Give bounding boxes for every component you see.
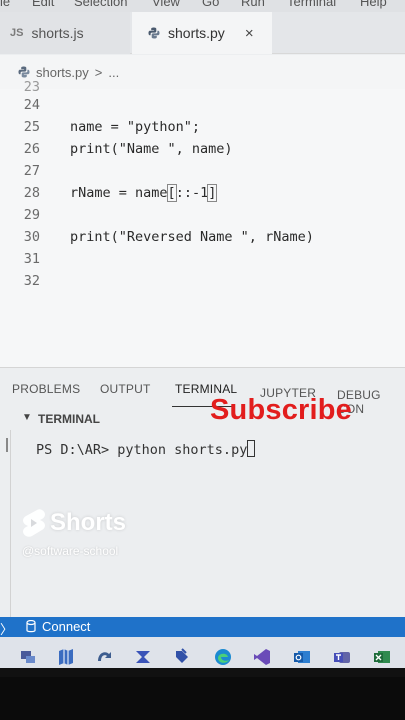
terminal-gutter-mark	[6, 438, 8, 452]
breadcrumb-file[interactable]: shorts.py	[36, 65, 89, 80]
breadcrumb: shorts.py > ...	[0, 55, 405, 89]
shorts-icon	[23, 509, 45, 537]
bracket-match-highlight: ]	[207, 184, 218, 202]
menu-view[interactable]: View	[152, 0, 180, 9]
terminal-prompt: PS D:\AR> python shorts.py	[36, 440, 256, 458]
line-number: 29	[23, 207, 40, 223]
code-segment: ::-1	[175, 185, 209, 201]
maps-icon[interactable]	[56, 647, 76, 667]
chevron-right-icon: >	[94, 64, 103, 80]
menu-help[interactable]: Help	[360, 0, 387, 9]
channel-handle: @software-school	[22, 544, 119, 558]
network-tool-icon[interactable]	[18, 647, 38, 667]
subscribe-overlay: Subscribe	[210, 394, 353, 426]
teams-icon[interactable]	[332, 647, 352, 667]
tab-shorts-py[interactable]: shorts.py ×	[132, 12, 272, 54]
line-number: 31	[23, 251, 40, 267]
edge-icon[interactable]	[213, 647, 233, 667]
terminal-command: PS D:\AR> python shorts.py	[36, 442, 248, 458]
code-line: name = "python";	[70, 119, 201, 135]
tab-shorts-js[interactable]: JS shorts.js	[0, 12, 130, 54]
editor-tab-bar: JS shorts.js shorts.py ×	[0, 12, 405, 54]
menu-run[interactable]: Run	[241, 0, 265, 9]
menu-bar: le Edit Selection View Go Run Terminal H…	[0, 0, 405, 12]
remote-indicator[interactable]: 〉	[0, 619, 13, 638]
connect-label: Connect	[42, 619, 91, 634]
line-number: 25	[23, 119, 40, 135]
breadcrumb-more[interactable]: ...	[108, 65, 119, 80]
tab-problems[interactable]: PROBLEMS	[12, 382, 80, 396]
line-number: 23	[23, 79, 40, 95]
code-line: print("Reversed Name ", rName)	[70, 229, 314, 245]
terminal-cursor	[247, 440, 256, 457]
tab-label: shorts.py	[168, 25, 225, 41]
code-segment: rName = name	[70, 185, 168, 201]
vscode-window: le Edit Selection View Go Run Terminal H…	[0, 0, 405, 668]
connect-button[interactable]: Connect	[26, 619, 90, 634]
bracket-match-highlight: [	[166, 184, 177, 202]
chevron-down-icon[interactable]: ▼	[22, 412, 32, 423]
python-file-icon	[148, 27, 160, 39]
python-file-icon	[18, 66, 30, 78]
code-editor[interactable]: 23 24 25 name = "python"; 26 print("Name…	[0, 79, 405, 367]
divider	[10, 430, 11, 618]
code-line: print("Name ", name)	[70, 141, 233, 157]
tab-label: shorts.js	[31, 25, 84, 41]
status-bar: 〉 Connect	[0, 617, 405, 637]
vs-sync-icon[interactable]	[95, 647, 115, 667]
store-icon[interactable]	[172, 647, 192, 667]
menu-selection[interactable]: Selection	[74, 0, 127, 9]
line-number: 32	[23, 273, 40, 289]
excel-icon[interactable]	[372, 647, 392, 667]
menu-go[interactable]: Go	[202, 0, 219, 9]
menu-file[interactable]: le	[0, 0, 10, 9]
code-line: rName = name[::-1]	[70, 184, 218, 202]
line-number: 24	[23, 97, 40, 113]
terminal-section-title: TERMINAL	[38, 412, 100, 426]
js-file-icon: JS	[10, 27, 24, 39]
menu-edit[interactable]: Edit	[32, 0, 54, 9]
tab-output[interactable]: OUTPUT	[100, 382, 151, 396]
taskbar	[0, 637, 405, 668]
video-letterbox	[0, 677, 405, 720]
shorts-brand-label: Shorts	[50, 509, 127, 536]
line-number: 28	[23, 185, 40, 201]
line-number: 26	[23, 141, 40, 157]
database-icon	[26, 620, 36, 633]
shorts-logo: Shorts	[20, 508, 126, 538]
line-number: 27	[23, 163, 40, 179]
outlook-icon[interactable]	[292, 647, 312, 667]
line-number: 30	[23, 229, 40, 245]
power-automate-icon[interactable]	[134, 647, 154, 667]
menu-terminal[interactable]: Terminal	[287, 0, 336, 9]
visual-studio-icon[interactable]	[252, 647, 272, 667]
close-icon[interactable]: ×	[245, 25, 254, 42]
